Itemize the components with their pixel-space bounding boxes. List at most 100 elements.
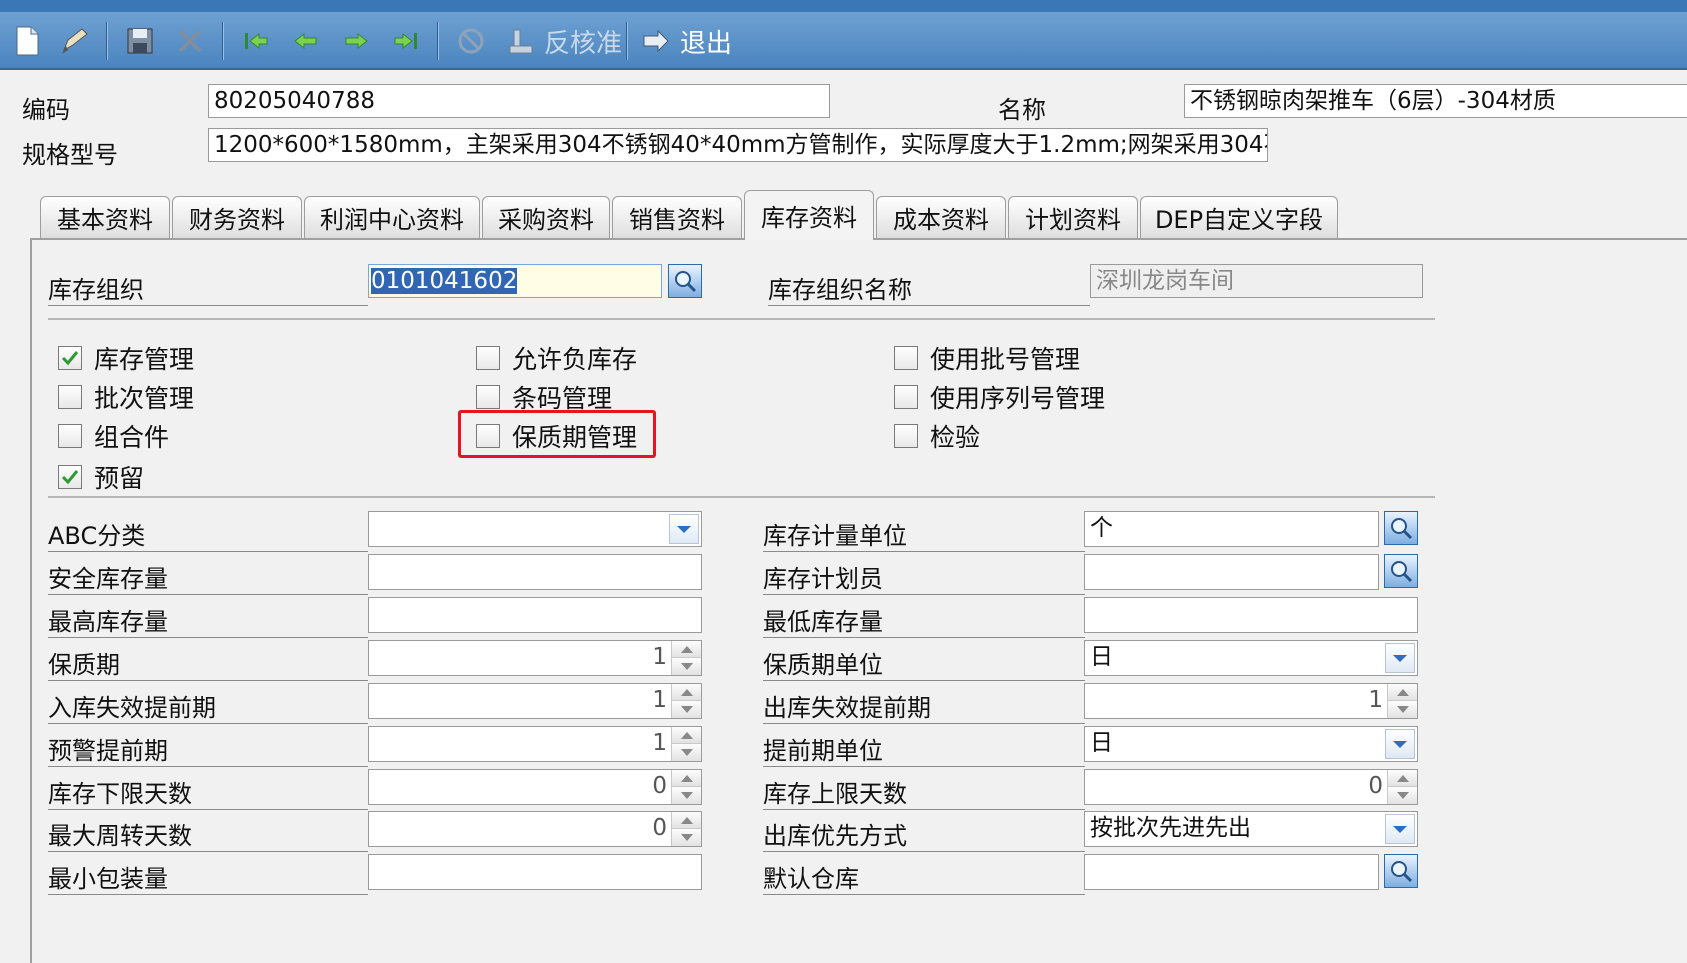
max-turnover-label: 最大周转天数 xyxy=(48,816,368,852)
tab-profit-center[interactable]: 利润中心资料 xyxy=(304,196,480,238)
checkbox-box xyxy=(476,346,500,370)
spin-down-icon[interactable] xyxy=(672,787,701,804)
out-expiry-lead-field[interactable]: 1 xyxy=(1084,683,1418,719)
abc-class-select[interactable] xyxy=(368,511,702,547)
spin-up-icon[interactable] xyxy=(672,770,701,787)
delete-icon[interactable] xyxy=(173,24,207,58)
tab-inventory[interactable]: 库存资料 xyxy=(744,190,874,240)
in-expiry-lead-spinner[interactable] xyxy=(671,684,701,718)
spin-down-icon[interactable] xyxy=(672,744,701,761)
stock-unit-lookup-button[interactable] xyxy=(1384,511,1418,545)
default-warehouse-lookup-button[interactable] xyxy=(1384,854,1418,888)
lot-number-mgmt-label: 使用批号管理 xyxy=(930,345,1081,374)
serial-mgmt-checkbox[interactable]: 使用序列号管理 xyxy=(894,379,1105,415)
save-icon[interactable] xyxy=(123,24,157,58)
out-priority-dropdown-button[interactable] xyxy=(1385,814,1415,844)
code-field[interactable]: 80205040788 xyxy=(208,84,830,118)
tab-cost[interactable]: 成本资料 xyxy=(876,196,1006,238)
max-turnover-field[interactable]: 0 xyxy=(368,811,702,847)
spin-up-icon[interactable] xyxy=(672,812,701,829)
spin-down-icon[interactable] xyxy=(1388,701,1417,718)
tab-dep-custom[interactable]: DEP自定义字段 xyxy=(1140,196,1338,238)
toolbar: 反核准 退出 xyxy=(0,12,1687,70)
code-label: 编码 xyxy=(22,96,70,124)
search-icon xyxy=(1391,518,1413,540)
in-expiry-lead-field[interactable]: 1 xyxy=(368,683,702,719)
tab-finance[interactable]: 财务资料 xyxy=(172,196,302,238)
tab-planning[interactable]: 计划资料 xyxy=(1008,196,1138,238)
reserve-checkbox[interactable]: 预留 xyxy=(58,459,144,495)
inventory-mgmt-label: 库存管理 xyxy=(94,345,195,374)
spin-up-icon[interactable] xyxy=(1388,770,1417,787)
tab-purchase[interactable]: 采购资料 xyxy=(482,196,610,238)
last-record-icon[interactable] xyxy=(389,24,423,58)
batch-mgmt-checkbox[interactable]: 批次管理 xyxy=(58,379,194,415)
warning-lead-spinner[interactable] xyxy=(671,727,701,761)
inventory-org-field[interactable]: 0101041602 xyxy=(368,264,662,298)
highlight-box xyxy=(458,410,656,458)
stock-low-days-spinner[interactable] xyxy=(671,770,701,804)
next-record-icon[interactable] xyxy=(339,24,373,58)
spin-up-icon[interactable] xyxy=(672,641,701,658)
stock-unit-field[interactable]: 个 xyxy=(1084,511,1379,547)
chevron-down-icon xyxy=(1393,741,1407,748)
shelf-life-spinner[interactable] xyxy=(671,641,701,675)
default-warehouse-field[interactable] xyxy=(1084,854,1379,890)
assembly-label: 组合件 xyxy=(94,423,170,452)
spin-up-icon[interactable] xyxy=(1388,684,1417,701)
warning-lead-field[interactable]: 1 xyxy=(368,726,702,762)
tab-basic[interactable]: 基本资料 xyxy=(40,196,170,238)
previous-record-icon[interactable] xyxy=(289,24,323,58)
warning-lead-label: 预警提前期 xyxy=(48,731,368,767)
edit-icon[interactable] xyxy=(58,24,92,58)
serial-mgmt-label: 使用序列号管理 xyxy=(930,384,1106,413)
unapprove-button[interactable]: 反核准 xyxy=(504,24,623,59)
spin-down-icon[interactable] xyxy=(672,829,701,846)
spin-up-icon[interactable] xyxy=(672,684,701,701)
chevron-down-icon xyxy=(1393,655,1407,662)
stock-high-days-spinner[interactable] xyxy=(1387,770,1417,804)
assembly-checkbox[interactable]: 组合件 xyxy=(58,418,169,454)
section-divider xyxy=(48,496,1435,498)
spin-down-icon[interactable] xyxy=(1388,787,1417,804)
inspection-checkbox[interactable]: 检验 xyxy=(894,418,980,454)
checkbox-box xyxy=(58,346,82,370)
shelf-life-field[interactable]: 1 xyxy=(368,640,702,676)
min-pack-field[interactable] xyxy=(368,854,702,890)
spin-up-icon[interactable] xyxy=(672,727,701,744)
spin-down-icon[interactable] xyxy=(672,658,701,675)
max-turnover-spinner[interactable] xyxy=(671,812,701,846)
allow-negative-label: 允许负库存 xyxy=(512,345,638,374)
stock-low-days-field[interactable]: 0 xyxy=(368,769,702,805)
out-expiry-lead-spinner[interactable] xyxy=(1387,684,1417,718)
min-stock-field[interactable] xyxy=(1084,597,1418,633)
out-priority-select[interactable]: 按批次先进先出 xyxy=(1084,811,1418,847)
max-stock-field[interactable] xyxy=(368,597,702,633)
disable-icon[interactable] xyxy=(454,24,488,58)
inventory-mgmt-checkbox[interactable]: 库存管理 xyxy=(58,340,194,376)
new-icon[interactable] xyxy=(10,24,44,58)
exit-button[interactable]: 退出 xyxy=(640,24,732,59)
stock-planner-field[interactable] xyxy=(1084,554,1379,590)
lead-unit-dropdown-button[interactable] xyxy=(1385,729,1415,759)
safety-stock-field[interactable] xyxy=(368,554,702,590)
stock-high-days-field[interactable]: 0 xyxy=(1084,769,1418,805)
tab-sales[interactable]: 销售资料 xyxy=(612,196,742,238)
lot-number-mgmt-checkbox[interactable]: 使用批号管理 xyxy=(894,340,1080,376)
inventory-org-name-label: 库存组织名称 xyxy=(768,270,1090,306)
allow-negative-checkbox[interactable]: 允许负库存 xyxy=(476,340,637,376)
shelf-life-unit-dropdown-button[interactable] xyxy=(1385,643,1415,673)
spin-down-icon[interactable] xyxy=(672,701,701,718)
name-field[interactable]: 不锈钢晾肉架推车（6层）-304材质 xyxy=(1184,84,1687,118)
unapprove-label: 反核准 xyxy=(544,28,623,59)
first-record-icon[interactable] xyxy=(239,24,273,58)
spec-field[interactable]: 1200*600*1580mm，主架采用304不锈钢40*40mm方管制作，实际… xyxy=(208,128,1268,162)
min-stock-label: 最低库存量 xyxy=(763,602,1085,638)
stock-planner-lookup-button[interactable] xyxy=(1384,554,1418,588)
checkmark-icon xyxy=(61,470,79,485)
lead-unit-select[interactable]: 日 xyxy=(1084,726,1418,762)
shelf-life-unit-select[interactable]: 日 xyxy=(1084,640,1418,676)
abc-class-dropdown-button[interactable] xyxy=(669,514,699,544)
reserve-label: 预留 xyxy=(94,464,145,493)
inventory-org-lookup-button[interactable] xyxy=(668,264,702,298)
